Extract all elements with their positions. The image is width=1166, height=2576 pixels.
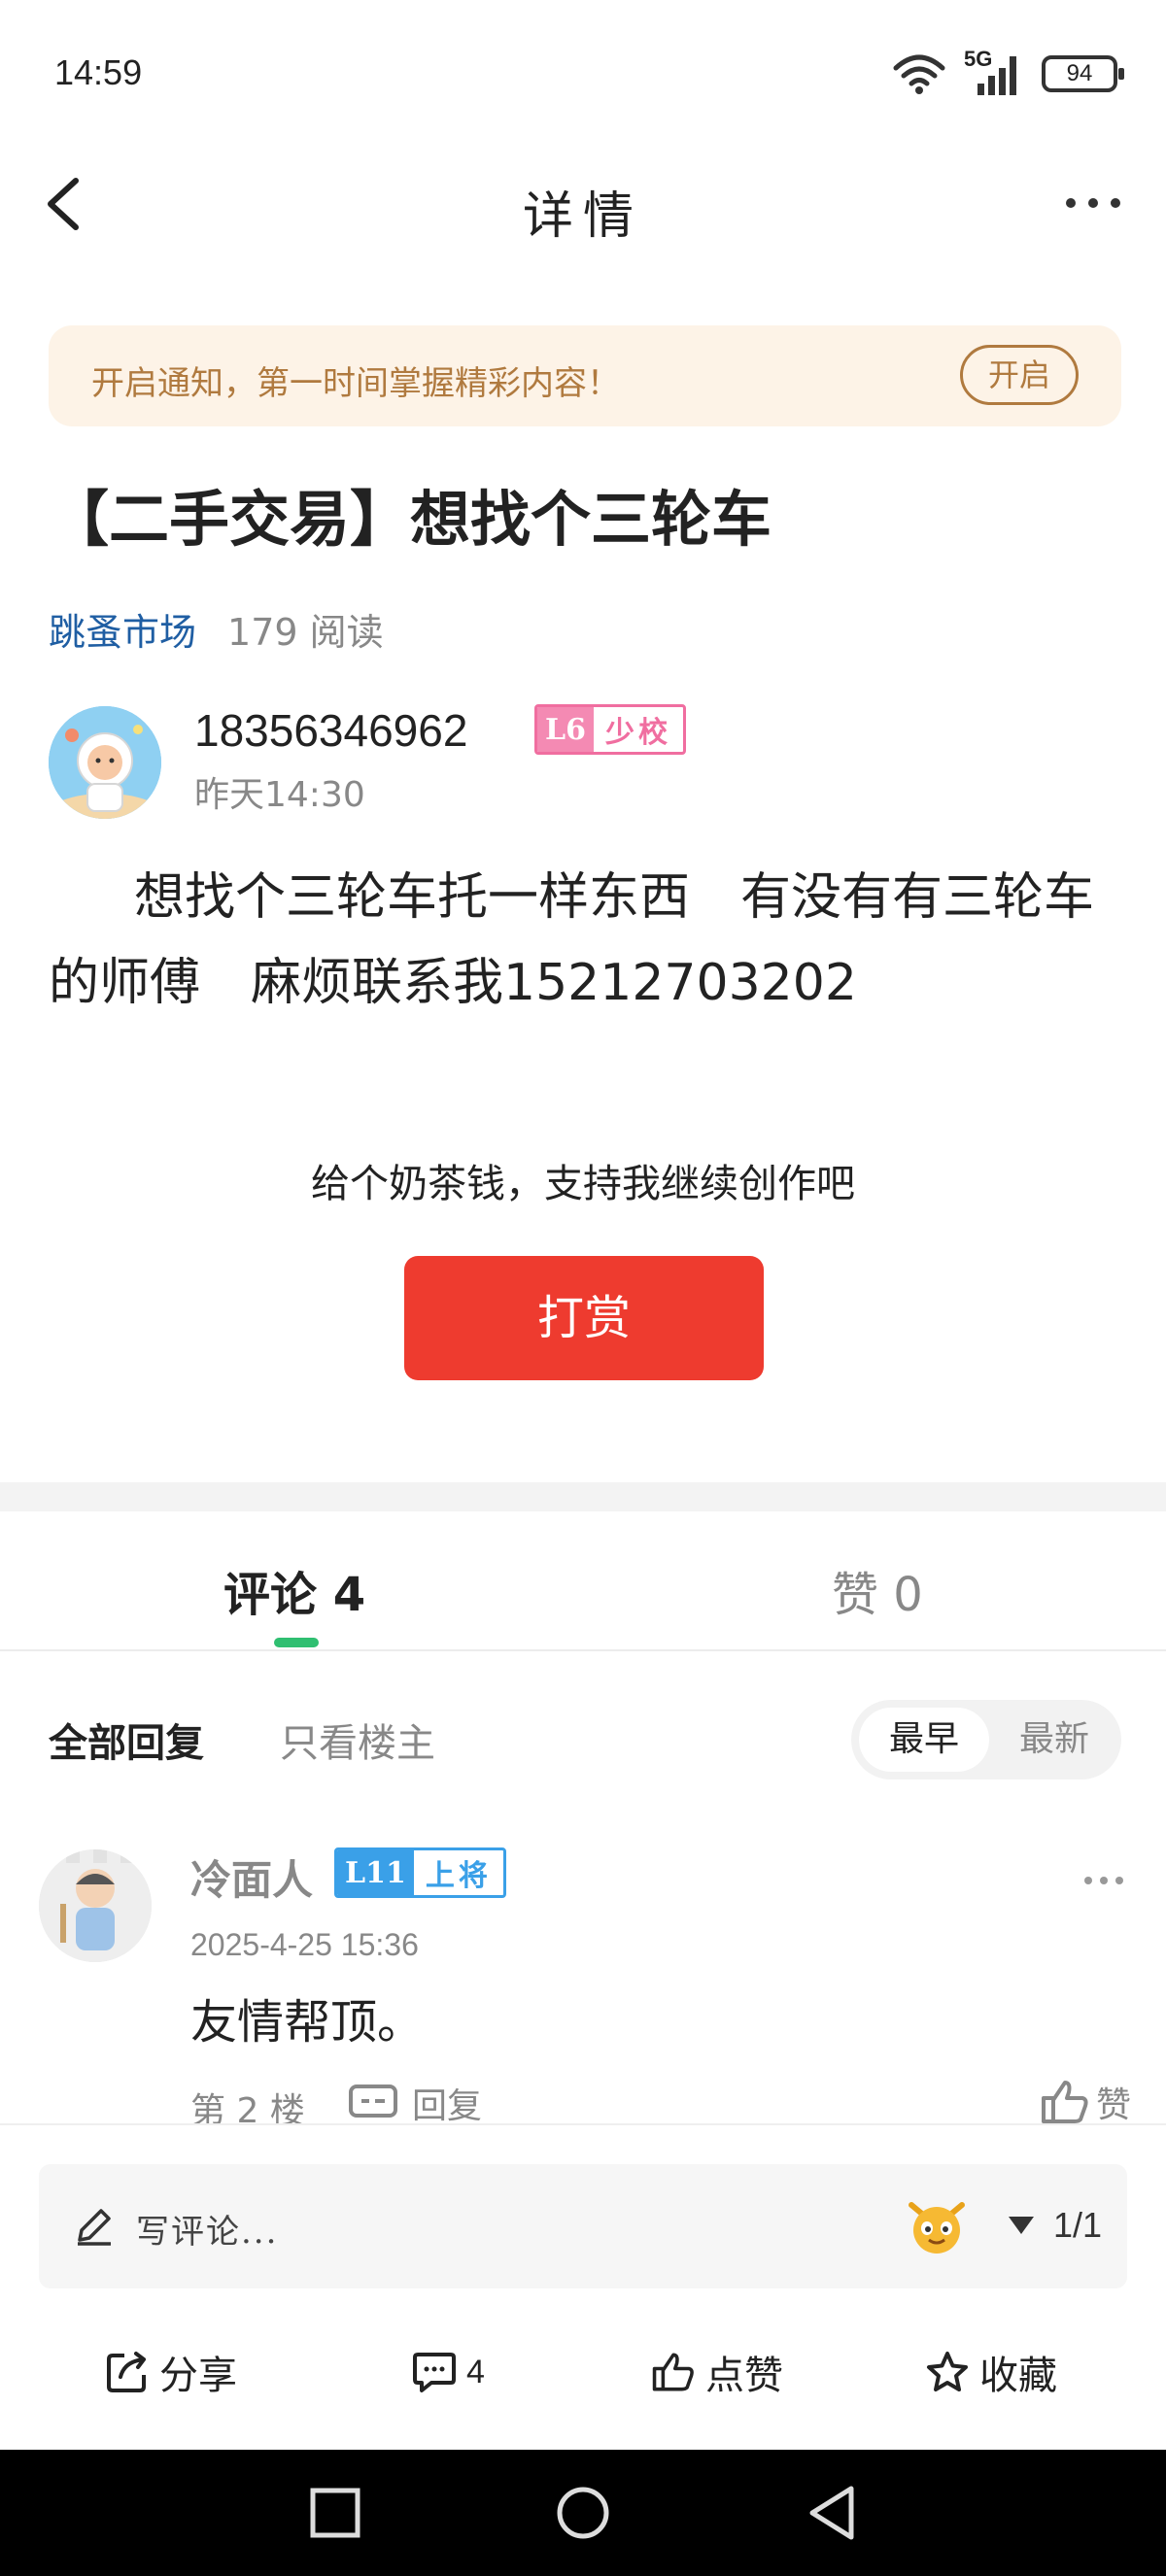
- post-actions: 分享 4 点赞 收藏: [0, 2320, 1166, 2426]
- notification-banner: 开启通知，第一时间掌握精彩内容！ 开启: [49, 325, 1121, 426]
- top-nav-bar: 详情: [0, 146, 1166, 262]
- comment-bubble-icon: [413, 2353, 456, 2392]
- thumbs-up-icon: [1041, 2081, 1088, 2123]
- share-label: 分享: [159, 2354, 237, 2398]
- reply-icon: [349, 2085, 397, 2118]
- comments-count: 4: [466, 2353, 485, 2390]
- post-title: 【二手交易】想找个三轮车: [49, 484, 772, 555]
- comment-time: 2025-4-25 15:36: [190, 1927, 419, 1962]
- comment-item: 冷面人 L11 上将 2025-4-25 15:36 友情帮顶。 第 2 楼 回…: [0, 1836, 1166, 2131]
- system-nav-bar: [0, 2450, 1166, 2576]
- back-icon[interactable]: [806, 2483, 859, 2543]
- page-count: 1/1: [1053, 2205, 1103, 2245]
- page-indicator[interactable]: 1/1: [1007, 2205, 1102, 2246]
- post-meta: 跳蚤市场 179 阅读: [49, 602, 384, 656]
- collect-label: 收藏: [979, 2354, 1057, 2398]
- commenter-level-badge: L11 上将: [334, 1847, 506, 1898]
- status-time: 14:59: [54, 52, 143, 92]
- tip-button[interactable]: 打赏: [404, 1256, 764, 1380]
- tip-prompt: 给个奶茶钱，支持我继续创作吧: [311, 1162, 855, 1206]
- commenter-avatar[interactable]: [39, 1849, 152, 1962]
- comment-input-placeholder: 写评论...: [136, 2213, 279, 2252]
- post-category-link[interactable]: 跳蚤市场: [49, 602, 196, 656]
- edit-pencil-icon: [78, 2209, 111, 2246]
- dropdown-triangle-icon: [1009, 2217, 1034, 2234]
- tab-likes[interactable]: 赞 0: [832, 1556, 923, 1624]
- sort-latest-button[interactable]: 最新: [995, 1708, 1114, 1772]
- comment-reply-label: 回复: [412, 2086, 483, 2126]
- status-bar: 14:59 5G 94: [0, 0, 1166, 146]
- comment-filter-row: 全部回复 只看楼主 最早 最新: [0, 1700, 1166, 1779]
- like-label: 点赞: [705, 2354, 783, 2398]
- author-row: 18356346962 L6 少校 昨天14:30: [49, 704, 1117, 821]
- battery-level: 94: [1066, 60, 1093, 86]
- comment-more-icon[interactable]: [1080, 1871, 1127, 1890]
- author-level-badge: L6 少校: [534, 704, 686, 755]
- author-name[interactable]: 18356346962: [194, 704, 467, 757]
- signal-icon: 5G: [964, 47, 1024, 97]
- filter-op-only[interactable]: 只看楼主: [280, 1712, 435, 1768]
- notification-text: 开启通知，第一时间掌握精彩内容！: [91, 364, 620, 403]
- post-time: 昨天14:30: [194, 775, 365, 815]
- enable-notification-button[interactable]: 开启: [960, 345, 1079, 405]
- wifi-icon: [893, 54, 945, 94]
- home-icon[interactable]: [556, 2483, 610, 2543]
- thumbs-up-icon: [652, 2353, 694, 2391]
- author-rank: 少校: [593, 708, 683, 751]
- bottom-action-panel: 写评论... 1/1 分享 4 点赞 收藏: [0, 2123, 1166, 2450]
- comments-count-button[interactable]: 4: [412, 2345, 485, 2399]
- comment-reply-button[interactable]: 回复: [348, 2079, 482, 2127]
- more-dots-icon[interactable]: [1059, 179, 1127, 227]
- comment-text: 友情帮顶。: [190, 1995, 425, 2050]
- author-avatar[interactable]: [49, 706, 161, 819]
- post-read-count: 179 阅读: [227, 611, 384, 654]
- commenter-rank: 上将: [413, 1851, 503, 1894]
- emoji-icon[interactable]: [906, 2195, 968, 2257]
- page-title: 详情: [522, 187, 643, 246]
- like-post-button[interactable]: 点赞: [651, 2345, 783, 2399]
- star-icon: [927, 2352, 968, 2391]
- author-level: L6: [537, 707, 594, 752]
- commenter-level: L11: [337, 1850, 414, 1895]
- tab-comments[interactable]: 评论 4: [223, 1556, 365, 1624]
- post-body: 想找个三轮车托一样东西 有没有有三轮车的师傅 麻烦联系我15212703202: [49, 868, 1095, 1012]
- filter-all-replies[interactable]: 全部回复: [49, 1712, 204, 1768]
- commenter-name[interactable]: 冷面人: [190, 1847, 313, 1907]
- active-tab-indicator: [274, 1638, 319, 1647]
- comment-like-button[interactable]: 赞: [1040, 2077, 1131, 2127]
- collect-button[interactable]: 收藏: [925, 2345, 1057, 2399]
- comment-input[interactable]: 写评论... 1/1: [39, 2164, 1127, 2288]
- sort-earliest-button[interactable]: 最早: [859, 1708, 989, 1772]
- comment-like-label: 赞: [1095, 2085, 1131, 2125]
- battery-icon: 94: [1042, 55, 1124, 92]
- sort-toggle: 最早 最新: [851, 1700, 1121, 1779]
- share-button[interactable]: 分享: [105, 2345, 237, 2399]
- section-divider: [0, 1482, 1166, 1511]
- comment-like-tabs: 评论 4 赞 0: [0, 1511, 1166, 1651]
- recent-apps-icon[interactable]: [309, 2483, 361, 2543]
- share-icon: [107, 2352, 146, 2392]
- status-icons: 5G 94: [892, 47, 1124, 99]
